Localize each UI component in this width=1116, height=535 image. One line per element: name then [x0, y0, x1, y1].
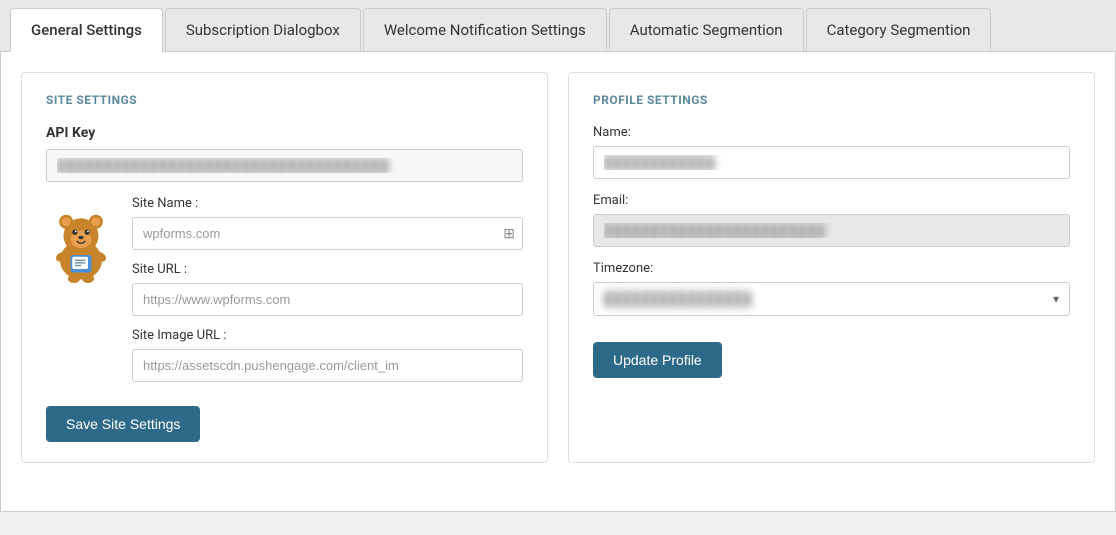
site-image-input[interactable] — [132, 349, 523, 382]
save-site-settings-button[interactable]: Save Site Settings — [46, 406, 200, 442]
tab-welcome-notification[interactable]: Welcome Notification Settings — [363, 8, 607, 51]
site-info-row: Site Name : ⊞ Site URL : Site Image URL … — [46, 196, 523, 394]
site-name-label: Site Name : — [132, 196, 523, 211]
site-url-input[interactable] — [132, 283, 523, 316]
site-settings-title: SITE SETTINGS — [46, 93, 523, 107]
site-settings-panel: SITE SETTINGS API Key — [21, 72, 548, 463]
timezone-label: Timezone: — [593, 261, 1070, 276]
tab-subscription-dialogbox[interactable]: Subscription Dialogbox — [165, 8, 361, 51]
tab-category-segmention[interactable]: Category Segmention — [806, 8, 992, 51]
site-name-input[interactable] — [132, 217, 523, 250]
bear-mascot — [46, 206, 116, 289]
chevron-down-icon: ▾ — [1053, 292, 1059, 306]
email-label: Email: — [593, 193, 1070, 208]
site-url-field-group: Site URL : — [132, 262, 523, 316]
tab-automatic-segmention[interactable]: Automatic Segmention — [609, 8, 804, 51]
site-url-label: Site URL : — [132, 262, 523, 277]
site-name-input-wrapper: ⊞ — [132, 217, 523, 250]
main-content: SITE SETTINGS API Key — [0, 52, 1116, 512]
email-input[interactable] — [593, 214, 1070, 247]
timezone-value: ████████████████ — [604, 291, 1053, 307]
tab-bar: General Settings Subscription Dialogbox … — [0, 0, 1116, 52]
site-fields: Site Name : ⊞ Site URL : Site Image URL … — [132, 196, 523, 394]
name-field-group: Name: — [593, 125, 1070, 179]
profile-settings-panel: PROFILE SETTINGS Name: Email: Timezone: … — [568, 72, 1095, 463]
copy-icon[interactable]: ⊞ — [503, 226, 515, 242]
email-field-group: Email: — [593, 193, 1070, 247]
site-name-field-group: Site Name : ⊞ — [132, 196, 523, 250]
timezone-field-group: Timezone: ████████████████ ▾ — [593, 261, 1070, 316]
two-panel-layout: SITE SETTINGS API Key — [21, 72, 1095, 463]
site-image-label: Site Image URL : — [132, 328, 523, 343]
api-key-label: API Key — [46, 125, 523, 141]
name-label: Name: — [593, 125, 1070, 140]
name-input[interactable] — [593, 146, 1070, 179]
api-key-input[interactable] — [46, 149, 523, 182]
site-image-field-group: Site Image URL : — [132, 328, 523, 382]
tab-general-settings[interactable]: General Settings — [10, 8, 163, 52]
update-profile-button[interactable]: Update Profile — [593, 342, 722, 378]
profile-settings-title: PROFILE SETTINGS — [593, 93, 1070, 107]
timezone-select[interactable]: ████████████████ ▾ — [593, 282, 1070, 316]
profile-fields: Name: Email: Timezone: ████████████████ … — [593, 125, 1070, 316]
